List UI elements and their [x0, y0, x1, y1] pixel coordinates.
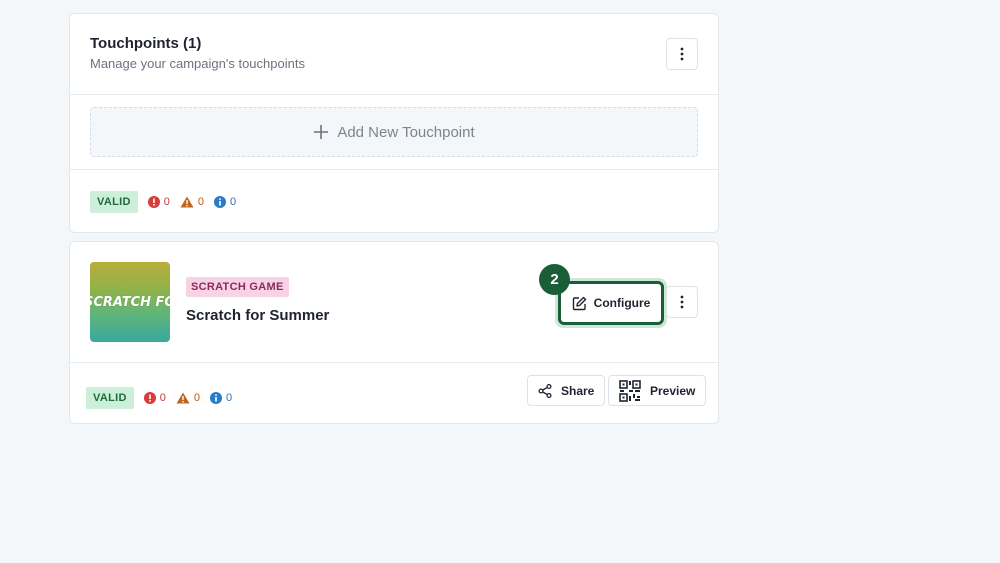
kebab-vertical-icon: [680, 47, 684, 61]
info-icon: [213, 196, 226, 208]
info-icon: [209, 392, 222, 404]
share-button[interactable]: Share: [527, 375, 606, 406]
divider: [70, 94, 718, 95]
touchpoint-validation-status: VALID 0 0 0: [86, 387, 232, 409]
error-icon: [143, 392, 156, 404]
touchpoint-thumbnail: SCRATCH FOR SUMMER: [90, 262, 170, 342]
error-count: 0: [143, 392, 166, 404]
share-label: Share: [561, 383, 595, 398]
error-count: 0: [147, 196, 170, 208]
add-touchpoint-label: Add New Touchpoint: [337, 123, 475, 141]
warning-icon: [176, 392, 190, 404]
preview-label: Preview: [650, 383, 696, 398]
card-subtitle: Manage your campaign's touchpoints: [90, 56, 305, 71]
qr-code-icon: [619, 379, 641, 402]
step-number-badge: 2: [539, 264, 570, 295]
preview-button[interactable]: Preview: [608, 375, 707, 406]
edit-icon: [572, 296, 586, 310]
plus-icon: [314, 125, 329, 139]
warning-icon: [180, 196, 194, 208]
configure-label: Configure: [593, 296, 651, 310]
info-count: 0: [213, 196, 236, 208]
info-count: 0: [209, 392, 232, 404]
touchpoints-card: Touchpoints (1) Manage your campaign's t…: [69, 13, 719, 233]
share-icon: [538, 383, 552, 398]
kebab-vertical-icon: [680, 295, 684, 309]
valid-badge: VALID: [86, 387, 134, 409]
warning-count: 0: [180, 196, 204, 208]
touchpoint-name: Scratch for Summer: [186, 307, 330, 324]
valid-badge: VALID: [90, 191, 138, 213]
touchpoint-more-options-button[interactable]: [666, 286, 698, 318]
card-title: Touchpoints (1): [90, 35, 202, 52]
touchpoint-type-badge: SCRATCH GAME: [186, 277, 289, 297]
add-touchpoint-button[interactable]: Add New Touchpoint: [90, 107, 698, 157]
configure-button[interactable]: Configure: [558, 281, 664, 325]
error-icon: [147, 196, 160, 208]
divider: [70, 169, 718, 170]
touchpoint-card: SCRATCH FOR SUMMER SCRATCH GAME Scratch …: [69, 241, 719, 424]
thumbnail-text: SCRATCH FOR SUMMER: [90, 294, 170, 310]
more-options-button[interactable]: [666, 38, 698, 70]
validation-status: VALID 0 0 0: [90, 191, 236, 213]
divider: [70, 362, 718, 363]
warning-count: 0: [176, 392, 200, 404]
